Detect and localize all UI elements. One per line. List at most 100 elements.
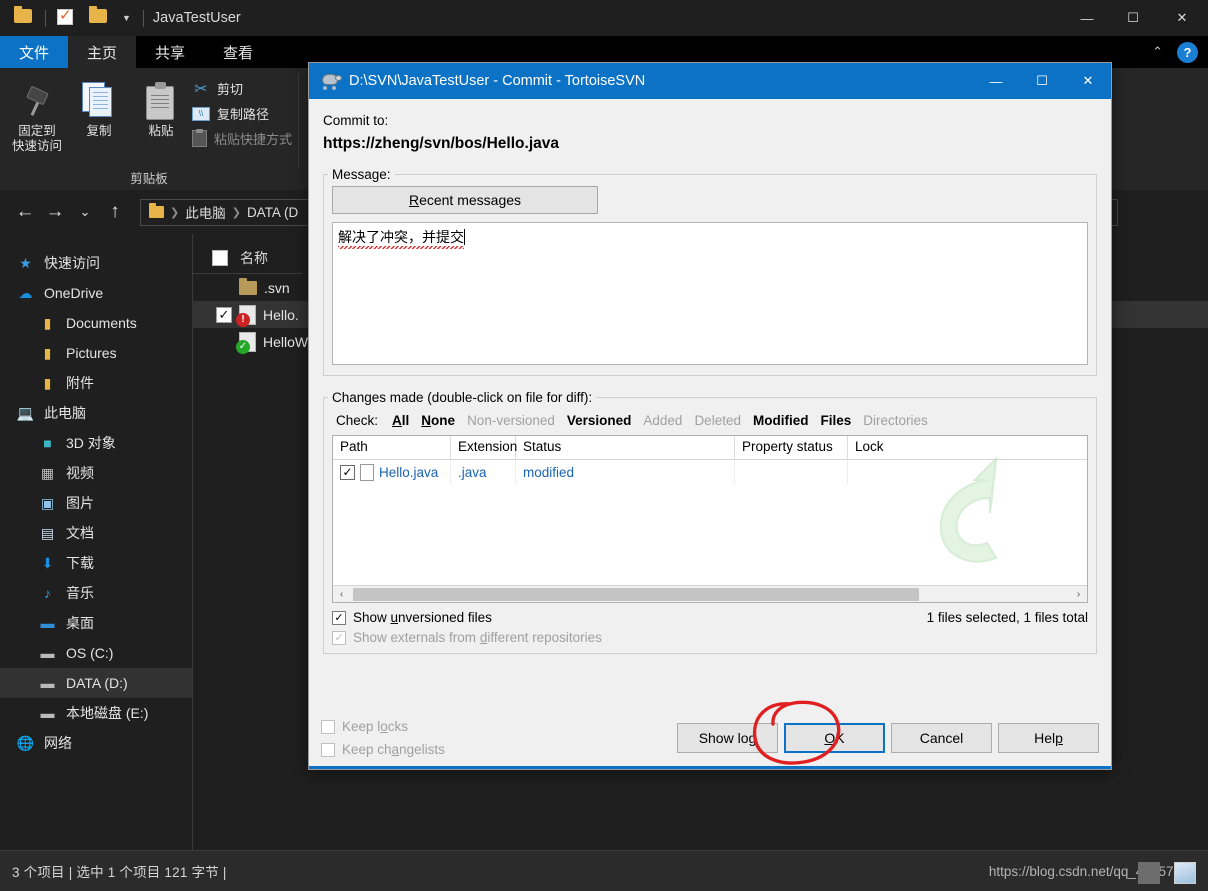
folder-icon[interactable] bbox=[89, 6, 109, 27]
pin-to-quick-access-button[interactable]: 固定到 快速访问 bbox=[6, 72, 68, 154]
forward-button[interactable]: → bbox=[40, 201, 70, 223]
column-header-status[interactable]: Status bbox=[516, 436, 735, 459]
check-link-7[interactable]: Files bbox=[820, 413, 851, 428]
table-row[interactable]: ✓ Hello.java .java modified bbox=[333, 460, 1087, 484]
sidebar-item-14[interactable]: ▬ DATA (D:) bbox=[0, 668, 192, 698]
keep-locks-row: Keep locks bbox=[321, 719, 445, 734]
check-link-1[interactable]: None bbox=[421, 413, 455, 428]
help-icon[interactable]: ? bbox=[1177, 41, 1198, 63]
chevron-up-icon[interactable]: ⌃ bbox=[1152, 44, 1163, 60]
sidebar-item-12[interactable]: ▬ 桌面 bbox=[0, 608, 192, 638]
recent-locations-button[interactable]: ⌄ bbox=[70, 204, 100, 220]
column-header-path[interactable]: Path bbox=[333, 436, 451, 459]
changes-table: Path Extension Status Property status Lo… bbox=[332, 435, 1088, 603]
checklist-icon[interactable] bbox=[57, 6, 77, 27]
close-button[interactable]: ✕ bbox=[1156, 0, 1208, 36]
paste-button[interactable]: 粘贴 bbox=[130, 72, 192, 139]
column-header-name[interactable]: 名称 bbox=[240, 248, 268, 268]
chevron-down-icon[interactable]: ▼ bbox=[122, 13, 131, 23]
tab-share[interactable]: 共享 bbox=[136, 36, 204, 68]
show-unversioned-checkbox[interactable]: ✓ bbox=[332, 610, 346, 625]
changes-group: Changes made (double-click on file for d… bbox=[323, 390, 1097, 654]
breadcrumb-item-0[interactable]: 此电脑 bbox=[185, 202, 226, 222]
sidebar-item-1[interactable]: ☁ OneDrive bbox=[0, 278, 192, 308]
tab-home[interactable]: 主页 bbox=[68, 36, 137, 68]
breadcrumb-item-1[interactable]: DATA (D bbox=[247, 205, 298, 220]
sidebar-item-15[interactable]: ▬ 本地磁盘 (E:) bbox=[0, 698, 192, 728]
sidebar-item-9[interactable]: ▤ 文档 bbox=[0, 518, 192, 548]
cut-button[interactable]: ✂ 剪切 bbox=[192, 79, 292, 98]
pin-label-line1: 固定到 bbox=[18, 124, 56, 138]
sidebar-item-11[interactable]: ♪ 音乐 bbox=[0, 578, 192, 608]
sidebar-item-10[interactable]: ⬇ 下载 bbox=[0, 548, 192, 578]
show-unversioned-accel: u bbox=[390, 610, 399, 625]
copy-button[interactable]: 复制 bbox=[68, 72, 130, 139]
list-item-label: Hello. bbox=[263, 306, 299, 323]
taskbar-icon[interactable] bbox=[1138, 861, 1160, 884]
sidebar-item-4[interactable]: ▮ 附件 bbox=[0, 368, 192, 398]
music-icon: ♪ bbox=[44, 585, 51, 601]
show-unversioned-prefix: Show bbox=[353, 610, 391, 625]
column-header-property-status[interactable]: Property status bbox=[735, 436, 848, 459]
check-link-3[interactable]: Versioned bbox=[567, 413, 632, 428]
help-button[interactable]: Hel p bbox=[998, 723, 1099, 753]
row-checkbox[interactable]: ✓ bbox=[340, 464, 355, 480]
ribbon-group-clipboard: 固定到 快速访问 复制 粘贴 ✂ 剪切 \\ 复制路径 粘贴快捷方式 剪贴板 bbox=[0, 68, 298, 190]
folder-icon: ▮ bbox=[43, 374, 52, 391]
back-button[interactable]: ← bbox=[10, 201, 40, 223]
sidebar-item-2[interactable]: ▮ Documents bbox=[0, 308, 192, 338]
commit-message-input[interactable]: 解决了冲突，并提交 bbox=[332, 222, 1088, 365]
cell-path[interactable]: ✓ Hello.java bbox=[333, 460, 451, 484]
minimize-button[interactable]: — bbox=[1064, 0, 1110, 36]
explorer-title-bar: ▼ JavaTestUser — ☐ ✕ bbox=[0, 0, 1208, 36]
dialog-maximize-button[interactable]: ☐ bbox=[1019, 63, 1065, 99]
scrollbar-track[interactable] bbox=[350, 586, 1070, 602]
network-icon: 🌐 bbox=[16, 734, 35, 751]
copy-path-label: 复制路径 bbox=[217, 107, 270, 122]
keep-changelists-label: Keep changelists bbox=[342, 742, 445, 757]
taskbar-icon[interactable] bbox=[1174, 861, 1196, 884]
dialog-minimize-button[interactable]: — bbox=[973, 63, 1019, 99]
folder-icon[interactable] bbox=[14, 6, 34, 27]
cancel-button[interactable]: Cancel bbox=[891, 723, 992, 753]
sidebar-item-label: OneDrive bbox=[44, 285, 104, 301]
tab-view[interactable]: 查看 bbox=[204, 36, 272, 68]
item-checkbox[interactable]: ✓ bbox=[216, 306, 232, 323]
column-header-extension[interactable]: Extension bbox=[451, 436, 517, 459]
paste-shortcut-button[interactable]: 粘贴快捷方式 bbox=[192, 129, 292, 148]
tab-file[interactable]: 文件 bbox=[0, 36, 69, 68]
show-log-button[interactable]: Show lo g bbox=[677, 723, 778, 753]
keep-options: Keep locks Keep changelists bbox=[321, 719, 445, 757]
sidebar-item-0[interactable]: ★ 快速访问 bbox=[0, 248, 192, 278]
sidebar-item-3[interactable]: ▮ Pictures bbox=[0, 338, 192, 368]
sidebar-item-16[interactable]: 🌐 网络 bbox=[0, 728, 192, 758]
sidebar-item-7[interactable]: ▦ 视频 bbox=[0, 458, 192, 488]
check-link-6[interactable]: Modified bbox=[753, 413, 809, 428]
check-links: All None Non-versioned Versioned Added Delete… bbox=[392, 413, 940, 428]
file-icon bbox=[360, 463, 374, 481]
recent-messages-button[interactable]: Recent messages bbox=[332, 186, 598, 214]
scroll-right-icon[interactable]: › bbox=[1070, 589, 1087, 600]
check-link-label: Non-versioned bbox=[467, 413, 555, 428]
text-caret bbox=[464, 229, 465, 245]
column-header-lock[interactable]: Lock bbox=[848, 436, 1078, 459]
horizontal-scrollbar[interactable]: ‹ › bbox=[333, 585, 1087, 602]
ok-button[interactable]: OK bbox=[784, 723, 885, 753]
copy-path-button[interactable]: \\ 复制路径 bbox=[192, 104, 292, 123]
drive-icon: ▬ bbox=[40, 705, 55, 721]
maximize-button[interactable]: ☐ bbox=[1110, 0, 1156, 36]
sidebar-item-5[interactable]: 💻 此电脑 bbox=[0, 398, 192, 428]
up-button[interactable]: ↑ bbox=[100, 201, 130, 223]
check-link-0[interactable]: All bbox=[392, 413, 409, 428]
dialog-footer: Keep locks Keep changelists Show lo g OK … bbox=[309, 700, 1111, 769]
dialog-close-button[interactable]: ✕ bbox=[1065, 63, 1111, 99]
scroll-left-icon[interactable]: ‹ bbox=[333, 589, 350, 600]
sidebar-item-6[interactable]: ■ 3D 对象 bbox=[0, 428, 192, 458]
show-unversioned-label[interactable]: Show unversioned files bbox=[353, 610, 492, 625]
message-group: Message: Recent messages 解决了冲突，并提交 bbox=[323, 167, 1097, 376]
sidebar-item-13[interactable]: ▬ OS (C:) bbox=[0, 638, 192, 668]
scrollbar-thumb[interactable] bbox=[353, 587, 919, 601]
sidebar-item-8[interactable]: ▣ 图片 bbox=[0, 488, 192, 518]
check-link-label: Deleted bbox=[694, 413, 741, 428]
select-all-checkbox[interactable] bbox=[212, 249, 228, 266]
